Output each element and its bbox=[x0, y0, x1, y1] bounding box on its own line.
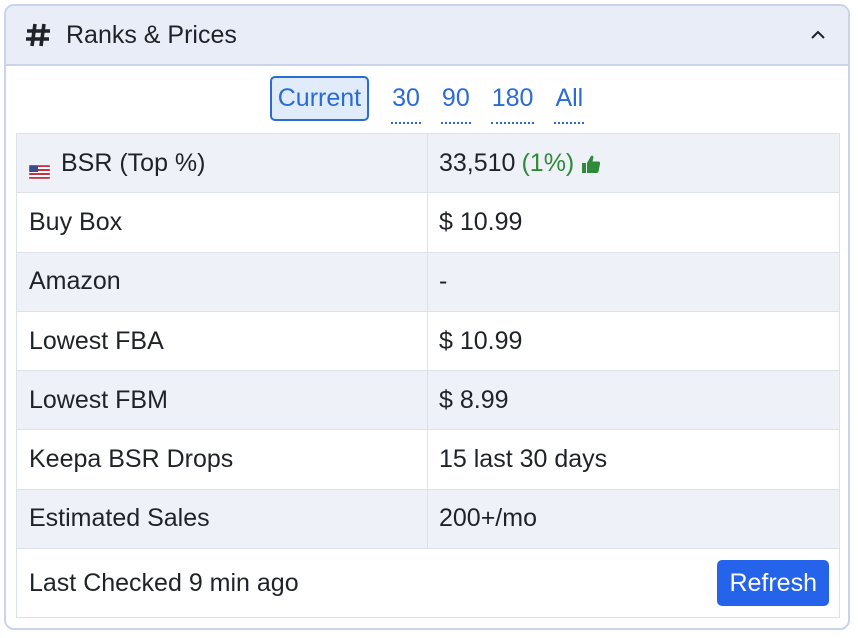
panel-title: Ranks & Prices bbox=[66, 20, 237, 49]
tab-180[interactable]: 180 bbox=[490, 76, 535, 124]
table-footer: Last Checked 9 min ago Refresh bbox=[17, 549, 839, 617]
ranks-prices-panel: Ranks & Prices Current 30 90 180 All BSR… bbox=[4, 4, 850, 630]
row-value: 200+/mo bbox=[439, 504, 537, 533]
row-value: $ 10.99 bbox=[439, 326, 523, 355]
row-label-cell: BSR (Top %) bbox=[17, 134, 428, 193]
ranks-table: BSR (Top %) 33,510 (1%) Buy Box $ 10.99 … bbox=[16, 133, 840, 619]
bsr-value: 33,510 bbox=[439, 148, 516, 177]
period-tabs: Current 30 90 180 All bbox=[6, 76, 848, 126]
last-checked-text: Last Checked 9 min ago bbox=[29, 568, 299, 597]
thumbs-up-icon bbox=[580, 153, 602, 175]
row-value: 15 last 30 days bbox=[439, 445, 608, 474]
table-row-bsr: BSR (Top %) 33,510 (1%) bbox=[17, 134, 839, 194]
row-label: BSR (Top %) bbox=[61, 148, 206, 177]
table-row-keepa-bsr-drops: Keepa BSR Drops 15 last 30 days bbox=[17, 430, 839, 490]
tab-current[interactable]: Current bbox=[269, 76, 370, 121]
row-label: Lowest FBA bbox=[17, 311, 428, 371]
row-value-cell: 33,510 (1%) bbox=[428, 134, 839, 192]
row-value: $ 10.99 bbox=[439, 207, 523, 236]
table-row-estimated-sales: Estimated Sales 200+/mo bbox=[17, 489, 839, 550]
refresh-button[interactable]: Refresh bbox=[717, 560, 829, 607]
chevron-up-icon[interactable] bbox=[806, 23, 830, 47]
table-row-lowest-fba: Lowest FBA $ 10.99 bbox=[17, 311, 839, 372]
panel-header[interactable]: Ranks & Prices bbox=[6, 6, 848, 66]
row-label: Amazon bbox=[17, 252, 428, 311]
row-value: - bbox=[439, 267, 448, 296]
tab-30[interactable]: 30 bbox=[391, 76, 421, 124]
tab-90[interactable]: 90 bbox=[440, 76, 471, 124]
table-row-buy-box: Buy Box $ 10.99 bbox=[17, 193, 839, 253]
hash-icon bbox=[24, 21, 52, 49]
row-label: Buy Box bbox=[17, 193, 428, 252]
table-row-lowest-fbm: Lowest FBM $ 8.99 bbox=[17, 371, 839, 431]
table-row-amazon: Amazon - bbox=[17, 252, 839, 312]
row-value: $ 8.99 bbox=[439, 385, 509, 414]
row-label: Estimated Sales bbox=[17, 489, 428, 549]
bsr-top-percent: (1%) bbox=[521, 148, 575, 177]
us-flag-icon bbox=[28, 157, 51, 180]
tab-all[interactable]: All bbox=[554, 76, 585, 124]
row-label: Lowest FBM bbox=[17, 371, 428, 430]
row-label: Keepa BSR Drops bbox=[17, 430, 428, 489]
